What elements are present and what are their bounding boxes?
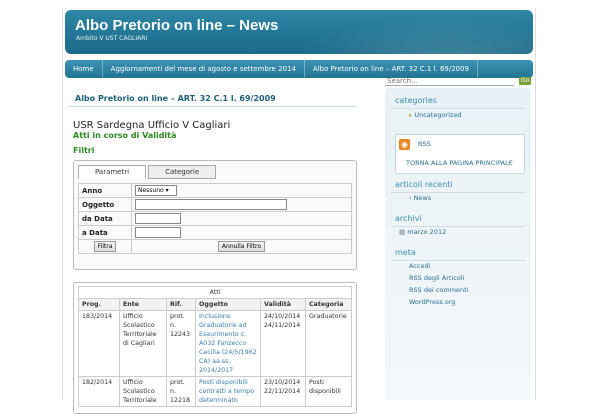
- folder-icon: ▸: [409, 111, 413, 119]
- cell-categoria: Posti disponibili: [305, 376, 352, 407]
- filtri-heading: Filtri: [73, 146, 95, 155]
- validita-from: 24/10/2014: [264, 313, 301, 320]
- oggetto-link[interactable]: Posti disponibili contratti a tempo dete…: [199, 379, 254, 404]
- cell-prog: 183/2014: [78, 310, 120, 377]
- page-title: Albo Pretorio on line – ART. 32 C.1 l. 6…: [75, 94, 276, 103]
- da-data-label: da Data: [78, 211, 132, 226]
- main-nav: Home Aggiornamenti del mese di agosto e …: [65, 60, 533, 78]
- validita-from: 23/10/2014: [264, 379, 301, 386]
- oggetto-label: Oggetto: [78, 197, 132, 212]
- col-ente: Ente: [119, 298, 167, 311]
- meta-heading: meta: [395, 248, 416, 257]
- page-wrapper: Albo Pretorio on line – News Ambito V US…: [62, 8, 536, 414]
- filtra-button[interactable]: Filtra: [93, 241, 117, 252]
- site-description: Ambito V UST CAGLIARI: [76, 35, 148, 42]
- articolo-news[interactable]: › News: [409, 194, 431, 202]
- categorie-heading: categories: [395, 96, 437, 105]
- divider: [391, 108, 525, 109]
- sidebar-item-label: marzo 2012: [407, 228, 447, 236]
- anno-label: Anno: [78, 183, 132, 198]
- oggetto-link[interactable]: Inclusione Graduatorie ad Esaurimento c.…: [199, 313, 257, 374]
- search-input[interactable]: [385, 77, 514, 86]
- calendar-icon: ▦: [399, 228, 406, 236]
- filter-form: Anno Nessuno ▾ Oggetto da Data a Data Fi…: [78, 183, 352, 254]
- nav-item-albo-pretorio[interactable]: Albo Pretorio on line – ART. 32 C.1 l. 6…: [305, 60, 479, 78]
- oggetto-input[interactable]: [135, 199, 287, 210]
- anno-select[interactable]: Nessuno ▾: [135, 185, 177, 196]
- sidebar-item-label: News: [413, 194, 432, 202]
- archivio-marzo-2012[interactable]: ▦ marzo 2012: [399, 228, 446, 236]
- col-prog: Prog.: [78, 298, 120, 311]
- rss-icon[interactable]: ◉: [399, 139, 410, 150]
- a-data-input[interactable]: [135, 227, 181, 238]
- rss-widget: ◉ RSS TORNA ALLA PAGINA PRINCIPALE: [395, 134, 525, 174]
- atti-panel: Atti Prog. Ente Rif. Oggetto Validità Ca…: [73, 282, 357, 414]
- archivi-heading: archivi: [395, 214, 422, 223]
- annulla-filtro-button[interactable]: Annulla Filtro: [217, 241, 266, 252]
- cell-categoria: Graduatorie: [305, 310, 352, 377]
- validita-to: 22/11/2014: [264, 388, 301, 395]
- col-categoria: Categoria: [305, 298, 352, 311]
- filter-panel: Parametri Categorie Anno Nessuno ▾ Ogget…: [73, 160, 357, 270]
- divider: [69, 106, 357, 107]
- a-data-label: a Data: [78, 225, 132, 240]
- search-go-button[interactable]: Go: [519, 77, 531, 85]
- divider: [391, 226, 525, 227]
- cell-prog: 182/2014: [78, 376, 120, 407]
- cell-ente: Ufficio Scolastico Territoriale: [119, 376, 167, 407]
- filter-tabs: Parametri Categorie: [78, 165, 218, 179]
- articoli-heading: articoli recenti: [395, 180, 453, 189]
- torna-home-link[interactable]: TORNA ALLA PAGINA PRINCIPALE: [406, 159, 513, 167]
- table-row: 182/2014 Ufficio Scolastico Territoriale…: [78, 376, 352, 407]
- meta-rss-articoli[interactable]: RSS degli Articoli: [409, 274, 464, 282]
- nav-item-aggiornamenti[interactable]: Aggiornamenti del mese di agosto e sette…: [103, 60, 305, 78]
- cell-rif: prot. n. 12243: [166, 310, 196, 377]
- divider: [391, 260, 525, 261]
- col-oggetto: Oggetto: [195, 298, 261, 311]
- nav-item-home[interactable]: Home: [65, 60, 103, 78]
- site-header: Albo Pretorio on line – News Ambito V US…: [65, 10, 533, 54]
- header-decoration: [265, 10, 533, 54]
- search-bar: Go: [385, 77, 531, 87]
- cell-rif: prot. n. 12218: [166, 376, 196, 407]
- meta-wordpress[interactable]: WordPress.org: [409, 298, 456, 306]
- chevron-down-icon: ▾: [165, 187, 169, 194]
- atti-table: Atti Prog. Ente Rif. Oggetto Validità Ca…: [78, 286, 352, 407]
- cell-ente: Ufficio Scolastico Territoriale di Cagli…: [119, 310, 167, 377]
- rss-link[interactable]: RSS: [418, 140, 431, 148]
- meta-accedi[interactable]: Accedi: [409, 262, 430, 270]
- category-uncategorized[interactable]: ▸ Uncategorized: [409, 111, 461, 119]
- site-title[interactable]: Albo Pretorio on line – News: [75, 17, 278, 34]
- sidebar: categories ▸ Uncategorized ◉ RSS TORNA A…: [385, 88, 531, 400]
- atti-table-caption: Atti: [78, 286, 352, 299]
- divider: [391, 192, 525, 193]
- office-title: USR Sardegna Ufficio V Cagliari: [73, 120, 231, 131]
- tab-categorie[interactable]: Categorie: [148, 165, 217, 179]
- anno-select-value: Nessuno: [138, 187, 164, 194]
- col-rif: Rif.: [166, 298, 196, 311]
- bullet-icon: ›: [409, 194, 412, 202]
- da-data-input[interactable]: [135, 213, 181, 224]
- atti-heading: Atti in corso di Validità: [73, 131, 177, 140]
- sidebar-item-label: Uncategorized: [414, 111, 462, 119]
- col-validita: Validità: [260, 298, 306, 311]
- validita-to: 24/11/2014: [264, 322, 301, 329]
- meta-rss-commenti[interactable]: RSS dei commenti: [409, 286, 469, 294]
- table-row: 183/2014 Ufficio Scolastico Territoriale…: [78, 310, 352, 377]
- tab-parametri[interactable]: Parametri: [78, 165, 147, 179]
